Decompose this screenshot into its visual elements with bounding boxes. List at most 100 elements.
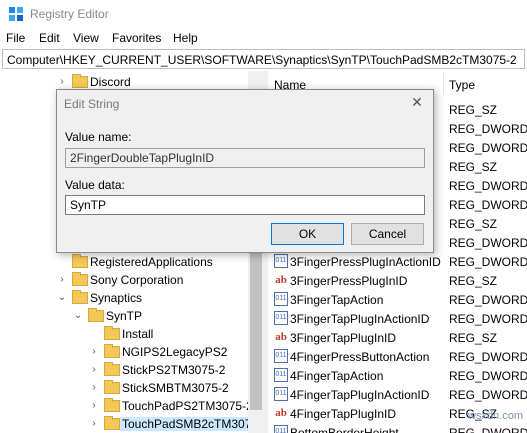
value-type: REG_DWORD xyxy=(449,388,527,402)
tree-scrollbar-thumb[interactable] xyxy=(250,250,262,410)
list-item[interactable]: 011 3FingerPressPlugInActionID REG_DWORD xyxy=(268,252,527,271)
string-value-icon: ab xyxy=(275,407,287,419)
value-type: REG_SZ xyxy=(449,274,498,288)
list-item[interactable]: ab 3FingerPressPlugInID REG_SZ xyxy=(268,271,527,290)
list-item[interactable]: 011 4FingerTapAction REG_DWORD xyxy=(268,366,527,385)
list-item[interactable]: 011 BottomBorderHeight REG_DWORD xyxy=(268,423,527,433)
chevron-right-icon[interactable]: › xyxy=(88,363,100,377)
folder-icon xyxy=(104,344,120,358)
address-bar[interactable]: Computer\HKEY_CURRENT_USER\SOFTWARE\Syna… xyxy=(2,49,525,69)
value-name: 4FingerTapAction xyxy=(290,369,384,383)
value-name-label: Value name: xyxy=(65,130,132,144)
value-name: 3FingerTapPlugInID xyxy=(290,331,397,345)
menu-view[interactable]: View xyxy=(73,31,99,45)
tree-item-label: Sony Corporation xyxy=(90,273,184,287)
folder-icon xyxy=(104,362,120,376)
tree-item-label: NGIPS2LegacyPS2 xyxy=(122,345,228,359)
watermark: wsxdn.com xyxy=(468,410,524,422)
value-type: REG_SZ xyxy=(449,103,498,117)
value-type: REG_DWORD xyxy=(449,198,527,212)
value-data-field[interactable] xyxy=(65,195,425,215)
list-item[interactable]: ab 3FingerTapPlugInID REG_SZ xyxy=(268,328,527,347)
chevron-right-icon[interactable]: › xyxy=(56,75,68,89)
window-title: Registry Editor xyxy=(30,7,109,21)
value-name: BottomBorderHeight xyxy=(290,426,399,433)
address-path: Computer\HKEY_CURRENT_USER\SOFTWARE\Syna… xyxy=(7,53,517,67)
value-type: REG_DWORD xyxy=(449,141,527,155)
value-type: REG_SZ xyxy=(449,217,498,231)
chevron-down-icon[interactable]: ⌄ xyxy=(56,291,68,305)
tree-item-label: Install xyxy=(122,327,154,341)
tree-item-label: TouchPadSMB2cTM3075-2 xyxy=(120,417,264,431)
column-divider[interactable] xyxy=(443,71,444,95)
folder-icon xyxy=(104,398,120,412)
chevron-right-icon[interactable]: › xyxy=(56,273,68,287)
binary-value-icon: 011 xyxy=(274,387,288,401)
value-type: REG_DWORD xyxy=(449,255,527,269)
chevron-right-icon[interactable]: › xyxy=(88,417,100,431)
tree-item-label: Synaptics xyxy=(90,291,143,305)
folder-icon xyxy=(104,326,120,340)
menu-edit[interactable]: Edit xyxy=(39,31,60,45)
chevron-right-icon[interactable]: › xyxy=(88,381,100,395)
menu-bar: File Edit View Favorites Help xyxy=(0,28,527,48)
folder-icon xyxy=(72,254,88,268)
chevron-down-icon[interactable]: ⌄ xyxy=(72,309,84,323)
tree-item-label: Discord xyxy=(90,75,131,89)
value-type: REG_DWORD xyxy=(449,350,527,364)
list-item[interactable]: 011 4FingerTapPlugInActionID REG_DWORD xyxy=(268,385,527,404)
binary-value-icon: 011 xyxy=(274,254,288,268)
tree-item-label: SynTP xyxy=(106,309,143,323)
string-value-icon: ab xyxy=(275,331,287,343)
value-name: 3FingerPressPlugInID xyxy=(290,274,408,288)
folder-icon xyxy=(104,416,120,430)
tree-item-label: StickSMBTM3075-2 xyxy=(122,381,229,395)
list-item[interactable]: 011 3FingerTapAction REG_DWORD xyxy=(268,290,527,309)
tree-item-label: TouchPadPS2TM3075-2 xyxy=(122,399,253,413)
value-type: REG_DWORD xyxy=(449,369,527,383)
value-type: REG_SZ xyxy=(449,160,498,174)
dialog-title: Edit String xyxy=(64,97,120,111)
binary-value-icon: 011 xyxy=(274,368,288,382)
value-type: REG_DWORD xyxy=(449,426,527,433)
value-name: 4FingerTapPlugInActionID xyxy=(290,388,430,402)
binary-value-icon: 011 xyxy=(274,349,288,363)
binary-value-icon: 011 xyxy=(274,425,288,433)
ok-button[interactable]: OK xyxy=(271,223,344,245)
value-name: 4FingerPressButtonAction xyxy=(290,350,430,364)
list-item[interactable]: 011 4FingerPressButtonAction REG_DWORD xyxy=(268,347,527,366)
string-value-icon: ab xyxy=(275,274,287,286)
column-header-type[interactable]: Type xyxy=(449,78,475,102)
folder-icon xyxy=(72,272,88,286)
value-type: REG_DWORD xyxy=(449,179,527,193)
chevron-right-icon[interactable]: › xyxy=(88,345,100,359)
tree-item-label: StickPS2TM3075-2 xyxy=(122,363,226,377)
folder-icon xyxy=(104,380,120,394)
value-name-field xyxy=(65,148,425,168)
close-icon[interactable]: ✕ xyxy=(409,94,425,110)
value-name: 4FingerTapPlugInID xyxy=(290,407,397,421)
menu-favorites[interactable]: Favorites xyxy=(112,31,161,45)
binary-value-icon: 011 xyxy=(274,292,288,306)
value-name: 3FingerPressPlugInActionID xyxy=(290,255,441,269)
folder-icon xyxy=(72,290,88,304)
menu-help[interactable]: Help xyxy=(173,31,198,45)
value-data-label: Value data: xyxy=(65,178,125,192)
tree-item-label: RegisteredApplications xyxy=(90,255,213,269)
chevron-right-icon[interactable]: › xyxy=(88,399,100,413)
value-type: REG_SZ xyxy=(449,331,498,345)
edit-string-dialog: Edit String ✕ Value name: Value data: OK… xyxy=(56,89,434,253)
value-name: 3FingerTapPlugInActionID xyxy=(290,312,430,326)
menu-file[interactable]: File xyxy=(6,31,25,45)
cancel-button[interactable]: Cancel xyxy=(351,223,424,245)
registry-editor-icon xyxy=(9,7,23,21)
list-item[interactable]: 011 3FingerTapPlugInActionID REG_DWORD xyxy=(268,309,527,328)
binary-value-icon: 011 xyxy=(274,311,288,325)
folder-icon xyxy=(88,308,104,322)
title-bar: Registry Editor xyxy=(0,0,527,28)
value-type: REG_DWORD xyxy=(449,236,527,250)
value-type: REG_DWORD xyxy=(449,312,527,326)
value-type: REG_DWORD xyxy=(449,293,527,307)
value-type: REG_DWORD xyxy=(449,122,527,136)
folder-icon xyxy=(72,74,88,88)
